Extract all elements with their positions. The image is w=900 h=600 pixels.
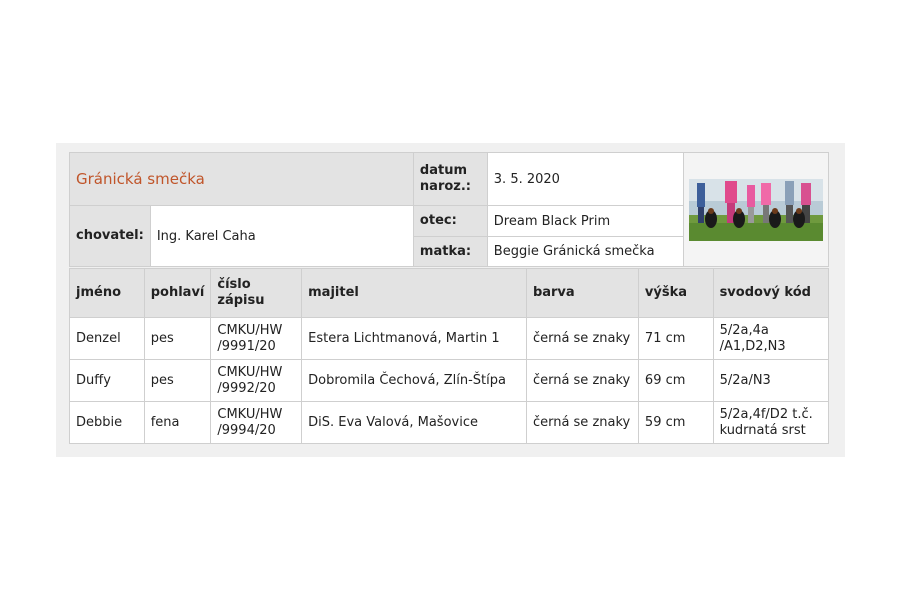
cell-registration: CMKU/HW /9992/20: [210, 359, 303, 402]
birth-date-value: 3. 5. 2020: [493, 171, 560, 187]
birth-label-cell: datum naroz.:: [412, 152, 488, 206]
cell-health-code: 5/2a,4f/D2 t.č. kudrnatá srst: [712, 401, 830, 444]
litter-title: Gránická smečka: [76, 170, 205, 188]
cell-registration: CMKU/HW /9991/20: [210, 317, 303, 360]
table-row: Denzel pes CMKU/HW /9991/20 Estera Licht…: [69, 317, 830, 360]
cell-owner: DiS. Eva Valová, Mašovice: [301, 401, 527, 444]
photo-cell: [683, 152, 829, 267]
cell-height: 71 cm: [637, 317, 714, 360]
cell-color: černá se znaky: [525, 401, 639, 444]
breeder-label: chovatel:: [76, 228, 144, 243]
breeder-value-cell: Ing. Karel Caha: [149, 205, 414, 267]
dam-value: Beggie Gránická smečka: [493, 244, 655, 259]
cell-name: Denzel: [69, 317, 145, 360]
header-color: barva: [525, 268, 639, 318]
dam-value-cell: Beggie Gránická smečka: [486, 236, 685, 267]
birth-value-cell: 3. 5. 2020: [486, 152, 685, 206]
birth-date-label: datum naroz.:: [419, 163, 471, 194]
sire-label-cell: otec:: [412, 205, 488, 237]
cell-name: Debbie: [69, 401, 145, 444]
cell-health-code: 5/2a/N3: [712, 359, 830, 402]
cell-owner: Estera Lichtmanová, Martin 1: [301, 317, 527, 360]
header-health-code: svodový kód: [712, 268, 830, 318]
table-row: Duffy pes CMKU/HW /9992/20 Dobromila Čec…: [69, 359, 830, 402]
cell-sex: fena: [143, 401, 212, 444]
cell-registration: CMKU/HW /9994/20: [210, 401, 303, 444]
dam-label-cell: matka:: [412, 236, 488, 267]
litter-title-cell: Gránická smečka: [69, 152, 414, 206]
header-height: výška: [637, 268, 714, 318]
litter-photo: [689, 178, 824, 241]
litter-info-table: Gránická smečka datum naroz.: 3. 5. 2020: [69, 152, 829, 267]
header-registration: číslo zápisu: [210, 268, 303, 318]
puppies-table: jméno pohlaví číslo zápisu majitel barva…: [69, 268, 830, 444]
table-row: Debbie fena CMKU/HW /9994/20 DiS. Eva Va…: [69, 401, 830, 444]
sire-value-cell: Dream Black Prim: [486, 205, 685, 237]
cell-sex: pes: [143, 317, 212, 360]
dam-label: matka:: [419, 243, 472, 259]
sire-value: Dream Black Prim: [493, 213, 611, 229]
cell-owner: Dobromila Čechová, Zlín-Štípa: [301, 359, 527, 402]
cell-height: 69 cm: [637, 359, 714, 402]
cell-height: 59 cm: [637, 401, 714, 444]
sire-label: otec:: [419, 213, 457, 228]
cell-name: Duffy: [69, 359, 145, 402]
breeder-label-cell: chovatel:: [69, 205, 151, 267]
header-name: jméno: [69, 268, 145, 318]
header-owner: majitel: [301, 268, 527, 318]
breeder-value: Ing. Karel Caha: [156, 228, 256, 244]
cell-color: černá se znaky: [525, 359, 639, 402]
cell-sex: pes: [143, 359, 212, 402]
cell-health-code: 5/2a,4a /A1,D2,N3: [712, 317, 830, 360]
cell-color: černá se znaky: [525, 317, 639, 360]
header-sex: pohlaví: [143, 268, 212, 318]
